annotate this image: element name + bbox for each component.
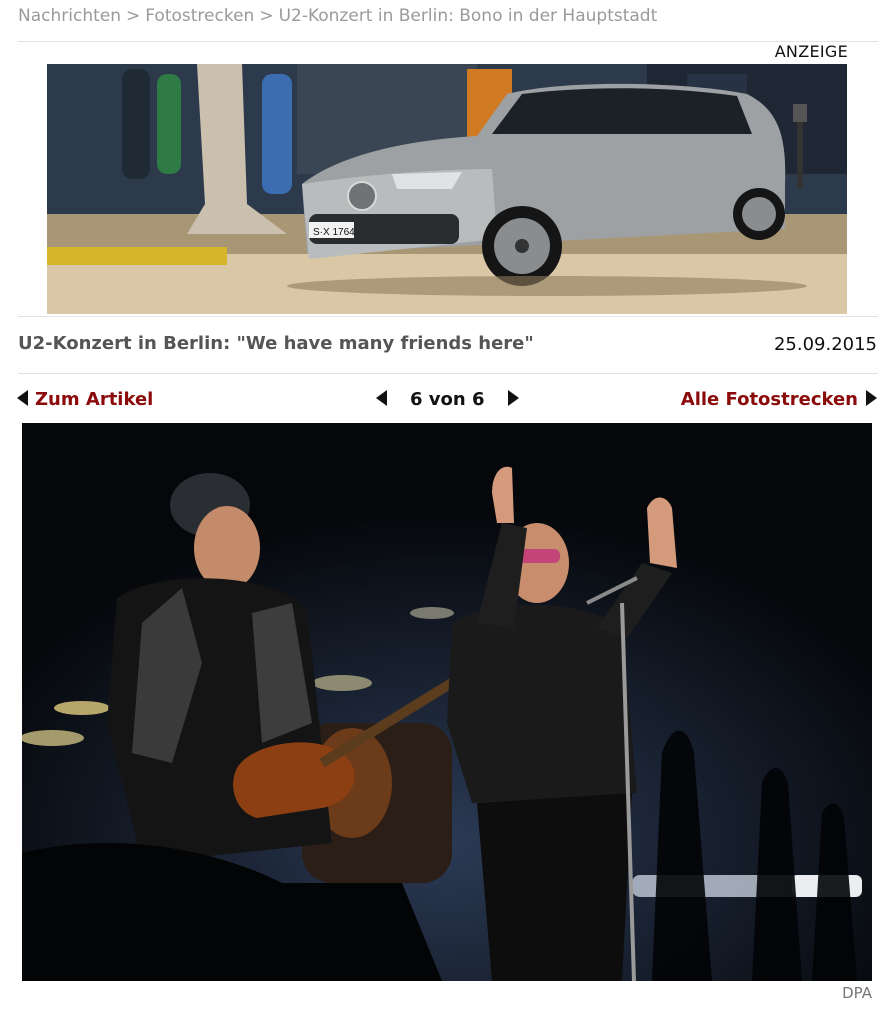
car-advertisement-image[interactable]: S·X 1764	[47, 64, 847, 314]
photo-counter: 6 von 6	[410, 389, 485, 410]
gallery-navigation: Zum Artikel 6 von 6 Alle Fotostrecken	[0, 386, 885, 412]
gallery-title: U2-Konzert in Berlin: "We have many frie…	[18, 333, 534, 354]
back-arrow-icon[interactable]	[17, 390, 28, 406]
concert-photo[interactable]	[22, 423, 872, 981]
breadcrumb-item-current[interactable]: U2-Konzert in Berlin: Bono in der Haupts…	[279, 6, 658, 26]
concert-illustration	[22, 423, 872, 981]
breadcrumb-item-fotostrecken[interactable]: Fotostrecken	[145, 6, 254, 26]
previous-photo-icon[interactable]	[376, 390, 387, 406]
car-illustration: S·X 1764	[47, 64, 847, 314]
breadcrumb-separator: >	[259, 6, 274, 26]
back-to-article-link[interactable]: Zum Artikel	[35, 389, 153, 410]
breadcrumb: Nachrichten > Fotostrecken > U2-Konzert in B…	[18, 6, 657, 26]
ad-label: ANZEIGE	[774, 42, 848, 61]
next-photo-icon[interactable]	[508, 390, 519, 406]
page: Nachrichten > Fotostrecken > U2-Konzert in B…	[0, 0, 885, 1009]
breadcrumb-item-nachrichten[interactable]: Nachrichten	[18, 6, 121, 26]
divider	[18, 373, 878, 374]
all-galleries-link[interactable]: Alle Fotostrecken	[681, 389, 858, 410]
divider	[18, 316, 878, 317]
license-plate: S·X 1764	[313, 227, 355, 238]
gallery-date: 25.09.2015	[773, 334, 877, 355]
divider	[18, 41, 878, 42]
photo-credit: DPA	[842, 984, 872, 1002]
all-galleries-arrow-icon[interactable]	[866, 390, 877, 406]
breadcrumb-separator: >	[126, 6, 141, 26]
